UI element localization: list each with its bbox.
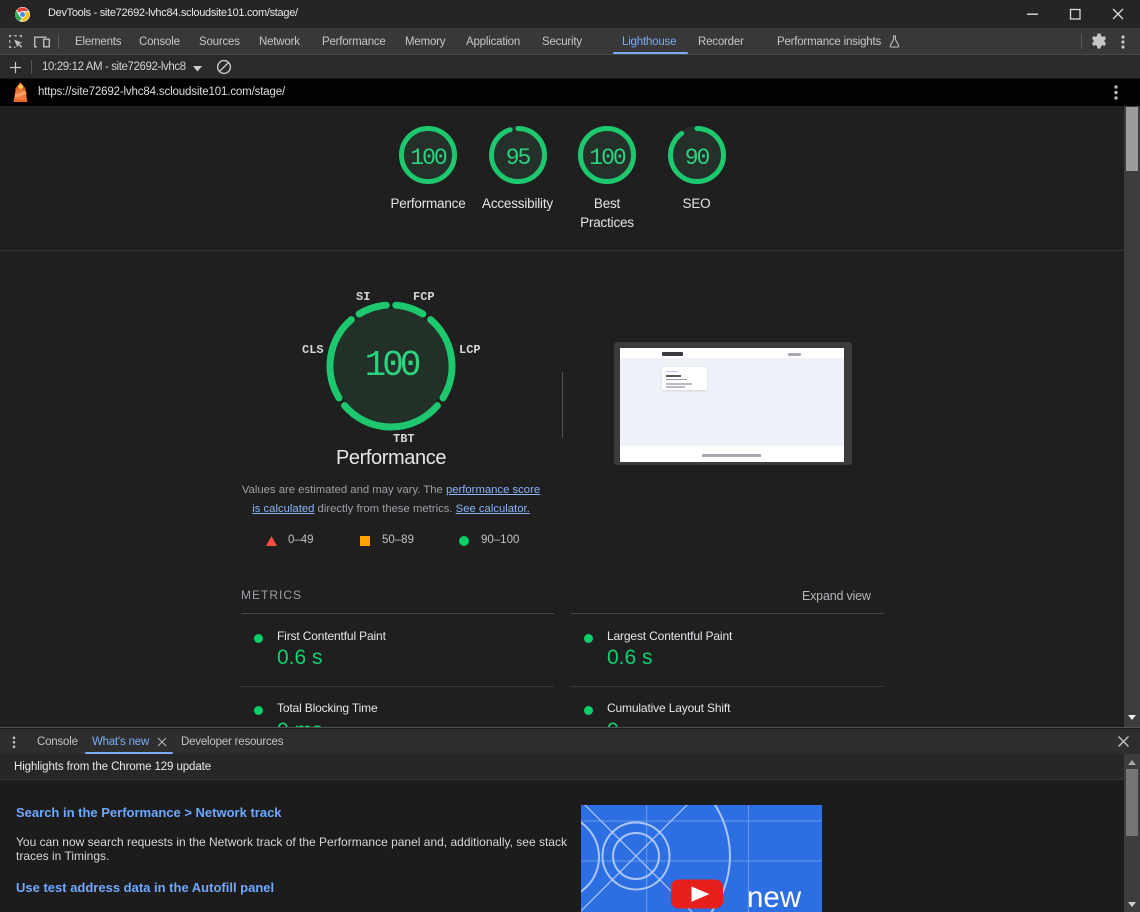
- svg-text:new: new: [747, 881, 802, 912]
